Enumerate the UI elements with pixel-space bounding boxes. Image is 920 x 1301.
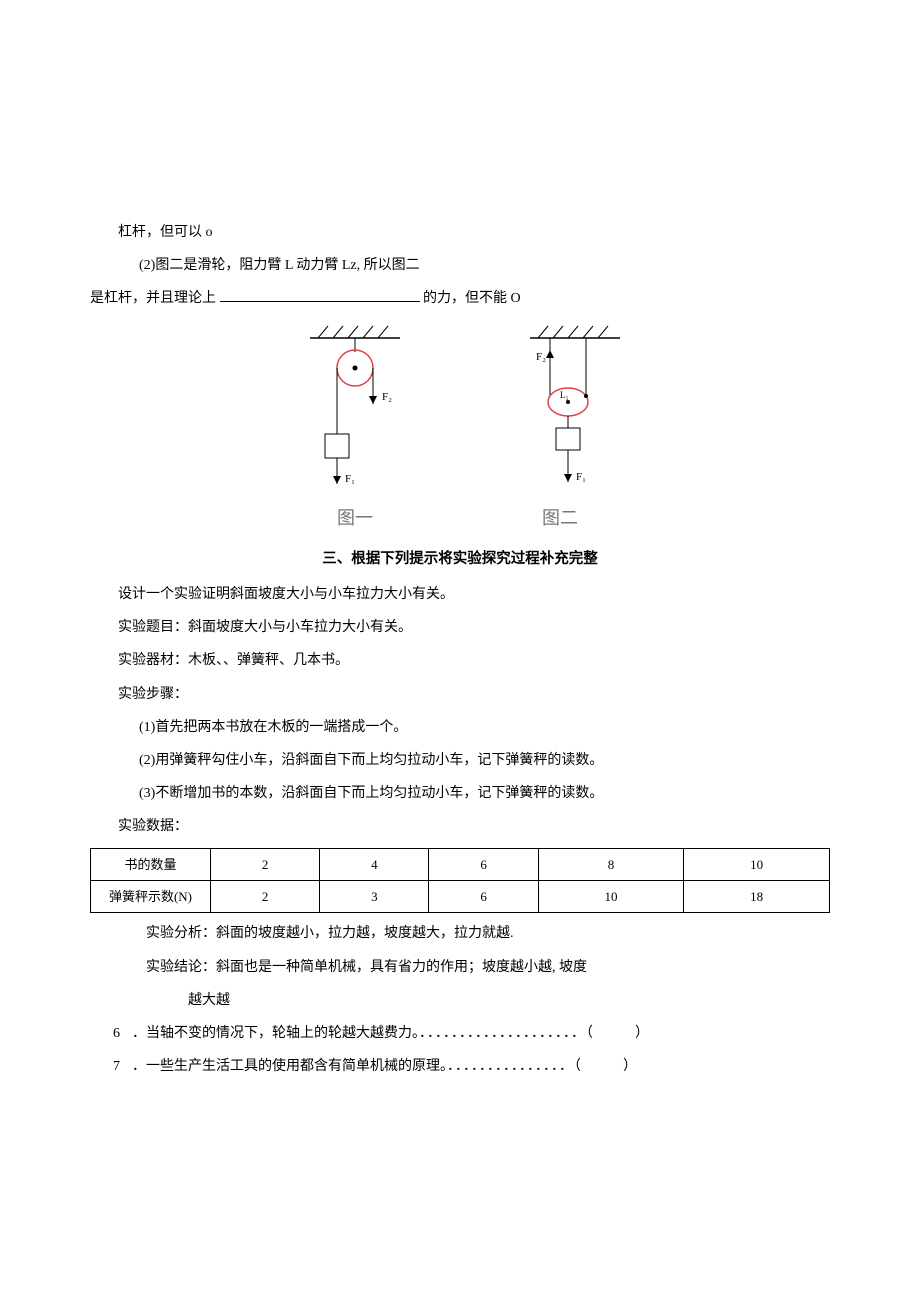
question-7: 7 ．一些生产生活工具的使用都含有简单机械的原理。．．．．．．．．．．．．．．．… <box>90 1054 830 1079</box>
diagram-1-label: 图一 <box>337 502 373 534</box>
td: 2 <box>211 848 320 880</box>
fragment-line-2: (2)图二是滑轮，阻力臂 L 动力臂 Lz, 所以图二 <box>90 253 830 278</box>
step-2: (2)用弹簧秤勾住小车，沿斜面自下而上均匀拉动小车，记下弹簧秤的读数。 <box>90 748 830 773</box>
experiment-conclusion-1: 实验结论：斜面也是一种简单机械，具有省力的作用；坡度越小越, 坡度 <box>90 955 830 980</box>
movable-pulley-icon: F₂ L₁ F₁ <box>490 324 630 494</box>
experiment-topic: 实验题目：斜面坡度大小与小车拉力大小有关。 <box>90 615 830 640</box>
diagram-2-label: 图二 <box>542 502 578 534</box>
td: 18 <box>684 880 830 912</box>
td: 3 <box>320 880 429 912</box>
experiment-conclusion-2: 越大越 <box>90 988 830 1013</box>
svg-text:F₂: F₂ <box>536 351 546 363</box>
step-3: (3)不断增加书的本数，沿斜面自下而上均匀拉动小车，记下弹簧秤的读数。 <box>90 781 830 806</box>
question-6: 6 ．当轴不变的情况下，轮轴上的轮越大越费力。．．．．．．．．．．．．．．．．．… <box>90 1021 830 1046</box>
td: 6 <box>429 880 538 912</box>
experiment-data-table: 书的数量 2 4 6 8 10 弹簧秤示数(N) 2 3 6 10 18 <box>90 848 830 914</box>
pulley-diagram-row: F₂ F₁ 图一 F₂ L₁ <box>90 324 830 534</box>
td: 10 <box>684 848 830 880</box>
q6-text: ．当轴不变的情况下，轮轴上的轮越大越费力。 <box>132 1026 419 1041</box>
frag3-post: 的力，但不能 O <box>423 291 521 306</box>
q7-text: ．一些生产生活工具的使用都含有简单机械的原理。 <box>132 1059 447 1074</box>
td: 2 <box>211 880 320 912</box>
svg-text:F₁: F₁ <box>576 471 586 483</box>
q6-paren[interactable]: （ ） <box>586 1026 649 1041</box>
blank-fill-line[interactable] <box>220 288 420 302</box>
td: 4 <box>320 848 429 880</box>
svg-text:F₂: F₂ <box>382 391 392 403</box>
fragment-line-1: 杠杆，但可以 o <box>90 220 830 245</box>
diagram-2: F₂ L₁ F₁ 图二 <box>490 324 630 534</box>
td: 8 <box>538 848 684 880</box>
q7-paren[interactable]: （ ） <box>574 1059 637 1074</box>
q7-dots: ．．．．．．．．．．．．．．． <box>447 1059 574 1074</box>
th-books: 书的数量 <box>91 848 211 880</box>
table-row: 书的数量 2 4 6 8 10 <box>91 848 830 880</box>
diagram-1: F₂ F₁ 图一 <box>290 324 420 534</box>
fixed-pulley-icon: F₂ F₁ <box>290 324 420 494</box>
svg-text:L₁: L₁ <box>560 390 569 400</box>
q6-number: 6 <box>90 1021 120 1046</box>
experiment-analysis: 实验分析：斜面的坡度越小，拉力越，坡度越大，拉力就越. <box>90 921 830 946</box>
section-3-title: 三、根据下列提示将实验探究过程补充完整 <box>90 546 830 572</box>
experiment-steps-heading: 实验步骤： <box>90 682 830 707</box>
td: 10 <box>538 880 684 912</box>
q6-dots: ．．．．．．．．．．．．．．．．．．．． <box>419 1026 586 1041</box>
table-row: 弹簧秤示数(N) 2 3 6 10 18 <box>91 880 830 912</box>
q7-number: 7 <box>90 1054 120 1079</box>
th-reading: 弹簧秤示数(N) <box>91 880 211 912</box>
experiment-equipment: 实验器材：木板、、弹簧秤、几本书。 <box>90 648 830 673</box>
fragment-line-3: 是杠杆，并且理论上 的力，但不能 O <box>90 286 830 311</box>
step-1: (1)首先把两本书放在木板的一端搭成一个。 <box>90 715 830 740</box>
frag3-pre: 是杠杆，并且理论上 <box>90 291 220 306</box>
svg-text:F₁: F₁ <box>345 473 355 485</box>
td: 6 <box>429 848 538 880</box>
experiment-data-heading: 实验数据： <box>90 814 830 839</box>
experiment-design: 设计一个实验证明斜面坡度大小与小车拉力大小有关。 <box>90 582 830 607</box>
